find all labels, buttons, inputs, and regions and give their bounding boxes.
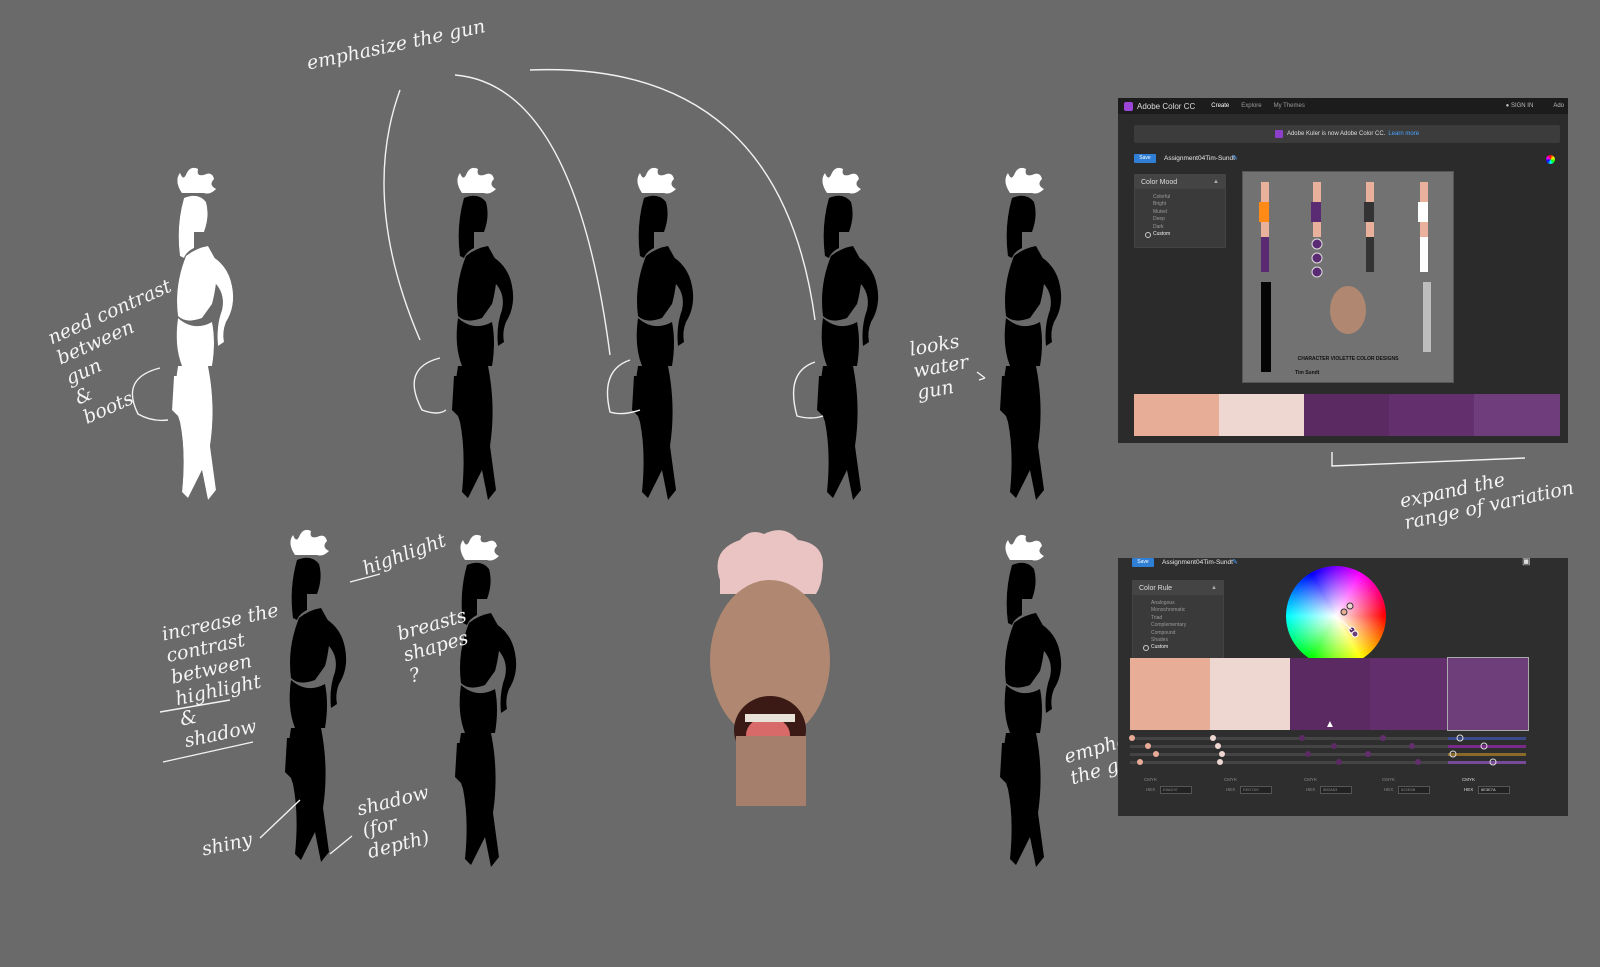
rule-swatch-5-selected[interactable] [1447,657,1529,731]
rule-option-monochromatic[interactable]: Monochromatic [1151,607,1223,614]
color-rule-title: Color Rule [1139,584,1173,592]
moodboard-canvas: #r1a .skin{fill:#c8c8c8} #r1a .top{fill:… [0,0,1600,967]
mood-option-custom[interactable]: Custom [1145,231,1225,239]
rule-swatch-1[interactable] [1130,658,1210,730]
hex-label-3: HEX [1306,787,1316,792]
hex-field-2[interactable]: EED7D0 [1240,786,1272,794]
cmyk-label-2[interactable]: CMYK [1224,777,1237,782]
color-rule-header[interactable]: Color Rule ▲ [1133,581,1223,595]
hex-label-2: HEX [1226,787,1236,792]
swatch-3[interactable] [1304,394,1389,436]
figure-white-yellow [1000,167,1062,500]
cmyk-label-5[interactable]: CMYK [1462,777,1475,782]
mood-option-muted[interactable]: Muted [1153,209,1225,216]
banner-text: Adobe Kuler is now Adobe Color CC. [1286,131,1386,137]
app-logo[interactable]: Adobe Color CC [1124,101,1196,111]
theme-swatches [1134,394,1560,436]
color-wheel-icon[interactable] [1546,155,1555,164]
cmyk-label-3[interactable]: CMYK [1304,777,1317,782]
adobe-color-logo-icon [1124,101,1133,111]
nav-create[interactable]: Create [1211,103,1229,109]
rule-option-triad[interactable]: Triad [1151,615,1223,622]
chevron-up-icon: ▲ [1213,179,1219,185]
user-icon: ● [1505,103,1510,109]
rule-option-custom[interactable]: Custom [1143,644,1223,652]
cmyk-label-1[interactable]: CMYK [1144,777,1157,782]
note-looks-water-gun: looks water gun [907,330,971,404]
hex-field-1[interactable]: E8AD97 [1160,786,1192,794]
hex-field-5[interactable]: 6E3E7A [1478,786,1510,794]
wheel-handles [1335,602,1359,638]
migration-banner: Adobe Kuler is now Adobe Color CC. Learn … [1134,125,1560,143]
swatch-4[interactable] [1389,394,1474,436]
thumbnail-figures [1259,182,1431,372]
source-image-thumbnail[interactable]: CHARACTER VIOLETTE COLOR DESIGNS Tim Sun… [1242,171,1454,383]
color-wheel[interactable] [1286,566,1386,666]
chevron-up-icon-2: ▲ [1211,585,1217,591]
theme-name[interactable]: Assignment04Tim-Sundt [1164,155,1235,162]
hex-field-4[interactable]: 622E6B [1398,786,1430,794]
swatch-5[interactable] [1474,394,1560,436]
figure-silhouette [455,534,517,867]
hex-label-5: HEX [1464,787,1474,792]
color-mood-header[interactable]: Color Mood ▲ [1135,175,1225,189]
adobe-color-panel-rule: Save Assignment04Tim-Sundt ✎ ▣ Color Rul… [1118,558,1568,816]
rule-swatch-4[interactable] [1370,658,1448,730]
save-button-2[interactable]: Save [1132,558,1154,567]
rule-option-compound[interactable]: Compound [1151,630,1223,637]
figure-orange [452,167,514,500]
head-portrait [710,530,830,806]
figure-grayscale-2 [1000,534,1062,867]
swatch-1[interactable] [1134,394,1219,436]
hex-label-4: HEX [1384,787,1394,792]
sign-in-label: SIGN IN [1510,103,1534,109]
mood-option-bright[interactable]: Bright [1153,201,1225,208]
learn-more-link[interactable]: Learn more [1388,131,1419,137]
rule-swatches: ▲ [1130,657,1529,731]
thumbnail-caption: CHARACTER VIOLETTE COLOR DESIGNS [1297,356,1399,362]
rule-option-complementary[interactable]: Complementary [1151,622,1223,629]
adobe-link[interactable]: Ado [1553,103,1564,109]
mood-option-colorful[interactable]: Colorful [1153,194,1225,201]
nav-explore[interactable]: Explore [1241,103,1261,109]
camera-icon[interactable]: ▣ [1522,558,1531,567]
swatch-2[interactable] [1219,394,1304,436]
color-rule-panel: Color Rule ▲ Analogous Monochromatic Tria… [1132,580,1224,662]
cmyk-label-4[interactable]: CMYK [1382,777,1395,782]
color-mood-title: Color Mood [1141,178,1178,186]
mood-option-deep[interactable]: Deep [1153,216,1225,223]
base-color-triangle-icon: ▲ [1325,719,1335,730]
thumbnail-author: Tim Sundt [1295,370,1320,376]
kuler-icon [1274,130,1283,138]
figure-purple [632,167,694,500]
figure-black-red [817,167,879,500]
color-sliders[interactable] [1128,733,1538,773]
adobe-color-panel-mood: Adobe Color CC Create Explore My Themes … [1118,98,1568,443]
save-button[interactable]: Save [1134,154,1156,163]
rule-option-analogous[interactable]: Analogous [1151,600,1223,607]
app-topbar: Adobe Color CC Create Explore My Themes … [1118,98,1568,114]
theme-name-2[interactable]: Assignment04Tim-Sundt [1162,559,1233,566]
edit-pencil-icon[interactable]: ✎ [1232,154,1238,162]
color-mood-panel: Color Mood ▲ Colorful Bright Muted Deep D… [1134,174,1226,248]
mood-option-dark[interactable]: Dark [1153,224,1225,231]
edit-pencil-icon-2[interactable]: ✎ [1232,558,1238,566]
hex-label-1: HEX [1146,787,1156,792]
rule-swatch-3[interactable]: ▲ [1290,658,1370,730]
nav-my-themes[interactable]: My Themes [1274,103,1305,109]
rule-option-shades[interactable]: Shades [1151,637,1223,644]
sign-in-link[interactable]: ● SIGN IN [1506,103,1534,109]
app-title: Adobe Color CC [1137,101,1196,111]
rule-swatch-2[interactable] [1210,658,1290,730]
hex-field-3[interactable]: 5B2A63 [1320,786,1352,794]
